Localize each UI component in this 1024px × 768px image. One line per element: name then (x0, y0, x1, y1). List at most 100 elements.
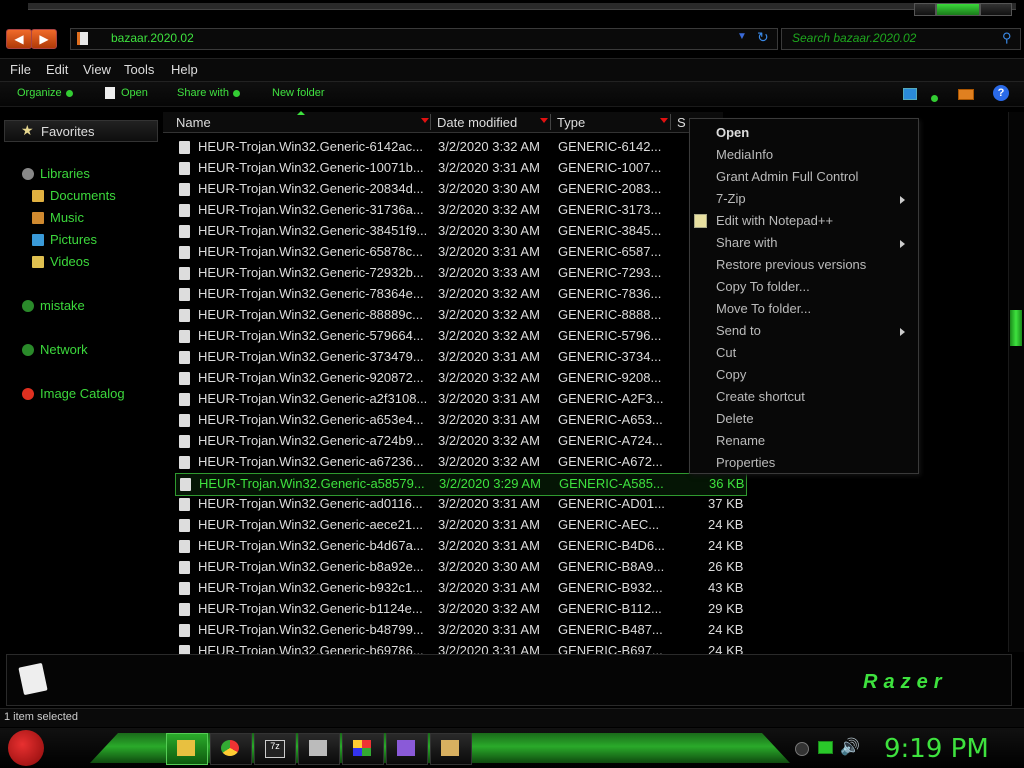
taskbar-explorer[interactable] (166, 733, 208, 765)
column-date-filter-icon[interactable] (540, 118, 548, 123)
volume-icon[interactable]: 🔊 (840, 737, 860, 757)
file-icon (179, 183, 190, 196)
file-row[interactable]: HEUR-Trojan.Win32.Generic-b8a92e... 3/2/2… (175, 557, 745, 578)
file-row[interactable]: HEUR-Trojan.Win32.Generic-a67236... 3/2/2… (175, 452, 745, 473)
column-size[interactable]: S (677, 115, 686, 130)
file-row[interactable]: HEUR-Trojan.Win32.Generic-78364e... 3/2/2… (175, 284, 745, 305)
file-row[interactable]: HEUR-Trojan.Win32.Generic-ad0116... 3/2/2… (175, 494, 745, 515)
taskbar-chrome[interactable] (210, 733, 252, 765)
file-row[interactable]: HEUR-Trojan.Win32.Generic-10071b... 3/2/2… (175, 158, 745, 179)
view-icon[interactable] (903, 88, 917, 100)
scrollbar-thumb[interactable] (1010, 310, 1022, 346)
file-row[interactable]: HEUR-Trojan.Win32.Generic-a653e4... 3/2/2… (175, 410, 745, 431)
back-button[interactable]: ◀ (6, 29, 32, 49)
menu-item-grant-admin[interactable]: Grant Admin Full Control (716, 169, 858, 184)
menu-item-restore[interactable]: Restore previous versions (716, 257, 866, 272)
menu-item-open[interactable]: Open (716, 125, 749, 140)
menu-help[interactable]: Help (171, 62, 198, 77)
file-row[interactable]: HEUR-Trojan.Win32.Generic-a58579... 3/2/2… (175, 473, 747, 496)
forward-button[interactable]: ▶ (31, 29, 57, 49)
nav-mistake[interactable]: mistake (40, 298, 85, 313)
taskbar-app-5[interactable] (342, 733, 384, 765)
menu-item-properties[interactable]: Properties (716, 455, 775, 470)
column-name[interactable]: Name (176, 115, 211, 130)
search-placeholder: Search bazaar.2020.02 (792, 31, 917, 45)
menu-item-create-shortcut[interactable]: Create shortcut (716, 389, 805, 404)
file-row[interactable]: HEUR-Trojan.Win32.Generic-6142ac... 3/2/2… (175, 137, 745, 158)
file-row[interactable]: HEUR-Trojan.Win32.Generic-920872... 3/2/2… (175, 368, 745, 389)
tray-expand-icon[interactable] (795, 742, 809, 756)
file-row[interactable]: HEUR-Trojan.Win32.Generic-88889c... 3/2/2… (175, 305, 745, 326)
taskbar-app-7[interactable] (430, 733, 472, 765)
column-date-modified[interactable]: Date modified (437, 115, 517, 130)
file-type: GENERIC-7836... (558, 286, 662, 301)
nav-documents[interactable]: Documents (50, 188, 116, 203)
taskbar-7zip[interactable]: 7z (254, 733, 296, 765)
menu-item-send-to[interactable]: Send to (716, 323, 761, 338)
help-icon[interactable]: ? (993, 85, 1009, 101)
file-icon (179, 246, 190, 259)
file-row[interactable]: HEUR-Trojan.Win32.Generic-72932b... 3/2/2… (175, 263, 745, 284)
file-row[interactable]: HEUR-Trojan.Win32.Generic-aece21... 3/2/2… (175, 515, 745, 536)
menu-file[interactable]: File (10, 62, 31, 77)
nav-videos[interactable]: Videos (50, 254, 90, 269)
maximize-button[interactable] (936, 3, 980, 16)
vertical-scrollbar[interactable] (1008, 112, 1024, 652)
paint-icon (441, 740, 459, 756)
file-row[interactable]: HEUR-Trojan.Win32.Generic-a2f3108... 3/2/… (175, 389, 745, 410)
search-icon[interactable]: ⚲ (1002, 30, 1012, 46)
file-row[interactable]: HEUR-Trojan.Win32.Generic-373479... 3/2/2… (175, 347, 745, 368)
file-icon (179, 225, 190, 238)
file-row[interactable]: HEUR-Trojan.Win32.Generic-31736a... 3/2/2… (175, 200, 745, 221)
menu-item-notepad[interactable]: Edit with Notepad++ (716, 213, 833, 228)
organize-button[interactable]: Organize (17, 87, 73, 99)
open-button[interactable]: Open (105, 87, 148, 100)
nav-music[interactable]: Music (50, 210, 84, 225)
nav-network[interactable]: Network (40, 342, 88, 357)
menu-tools[interactable]: Tools (124, 62, 154, 77)
chevron-down-icon[interactable]: ▼ (737, 31, 747, 42)
file-row[interactable]: HEUR-Trojan.Win32.Generic-65878c... 3/2/2… (175, 242, 745, 263)
file-row[interactable]: HEUR-Trojan.Win32.Generic-579664... 3/2/2… (175, 326, 745, 347)
preview-pane-icon[interactable] (958, 89, 974, 100)
file-row[interactable]: HEUR-Trojan.Win32.Generic-b932c1... 3/2/2… (175, 578, 745, 599)
nav-pictures[interactable]: Pictures (50, 232, 97, 247)
close-button[interactable] (980, 3, 1012, 16)
new-folder-button[interactable]: New folder (272, 87, 325, 99)
file-row[interactable]: HEUR-Trojan.Win32.Generic-20834d... 3/2/2… (175, 179, 745, 200)
refresh-icon[interactable]: ↻ (757, 29, 769, 46)
taskbar-app-4[interactable] (298, 733, 340, 765)
share-with-button[interactable]: Share with (177, 87, 240, 99)
network-tray-icon[interactable] (818, 741, 833, 754)
menu-item-mediainfo[interactable]: MediaInfo (716, 147, 773, 162)
search-input[interactable]: Search bazaar.2020.02 ⚲ (781, 28, 1021, 50)
file-row[interactable]: HEUR-Trojan.Win32.Generic-b1124e... 3/2/2… (175, 599, 745, 620)
clock[interactable]: 9:19 PM (884, 734, 989, 764)
menu-item-copy-to[interactable]: Copy To folder... (716, 279, 810, 294)
file-row[interactable]: HEUR-Trojan.Win32.Generic-b4d67a... 3/2/2… (175, 536, 745, 557)
menu-item-cut[interactable]: Cut (716, 345, 736, 360)
nav-image-catalog[interactable]: Image Catalog (40, 386, 125, 401)
file-row[interactable]: HEUR-Trojan.Win32.Generic-b48799... 3/2/2… (175, 620, 745, 641)
column-type[interactable]: Type (557, 115, 585, 130)
menu-item-delete[interactable]: Delete (716, 411, 754, 426)
file-row[interactable]: HEUR-Trojan.Win32.Generic-a724b9... 3/2/2… (175, 431, 745, 452)
nav-libraries[interactable]: Libraries (40, 166, 90, 181)
file-row[interactable]: HEUR-Trojan.Win32.Generic-38451f9... 3/2/… (175, 221, 745, 242)
menu-item-rename[interactable]: Rename (716, 433, 765, 448)
menu-view[interactable]: View (83, 62, 111, 77)
menu-item-7zip[interactable]: 7-Zip (716, 191, 746, 206)
taskbar-app-6[interactable] (386, 733, 428, 765)
favorites-header[interactable]: ★ Favorites (4, 120, 158, 142)
menu-item-share-with[interactable]: Share with (716, 235, 777, 250)
menu-edit[interactable]: Edit (46, 62, 68, 77)
view-options-icon[interactable] (927, 90, 938, 108)
column-name-filter-icon[interactable] (421, 118, 429, 123)
documents-icon (32, 190, 44, 202)
minimize-button[interactable] (914, 3, 936, 16)
menu-item-copy[interactable]: Copy (716, 367, 746, 382)
address-bar[interactable]: bazaar.2020.02 ▼ ↻ (70, 28, 778, 50)
start-button[interactable] (8, 730, 44, 766)
menu-item-move-to[interactable]: Move To folder... (716, 301, 811, 316)
column-type-filter-icon[interactable] (660, 118, 668, 123)
